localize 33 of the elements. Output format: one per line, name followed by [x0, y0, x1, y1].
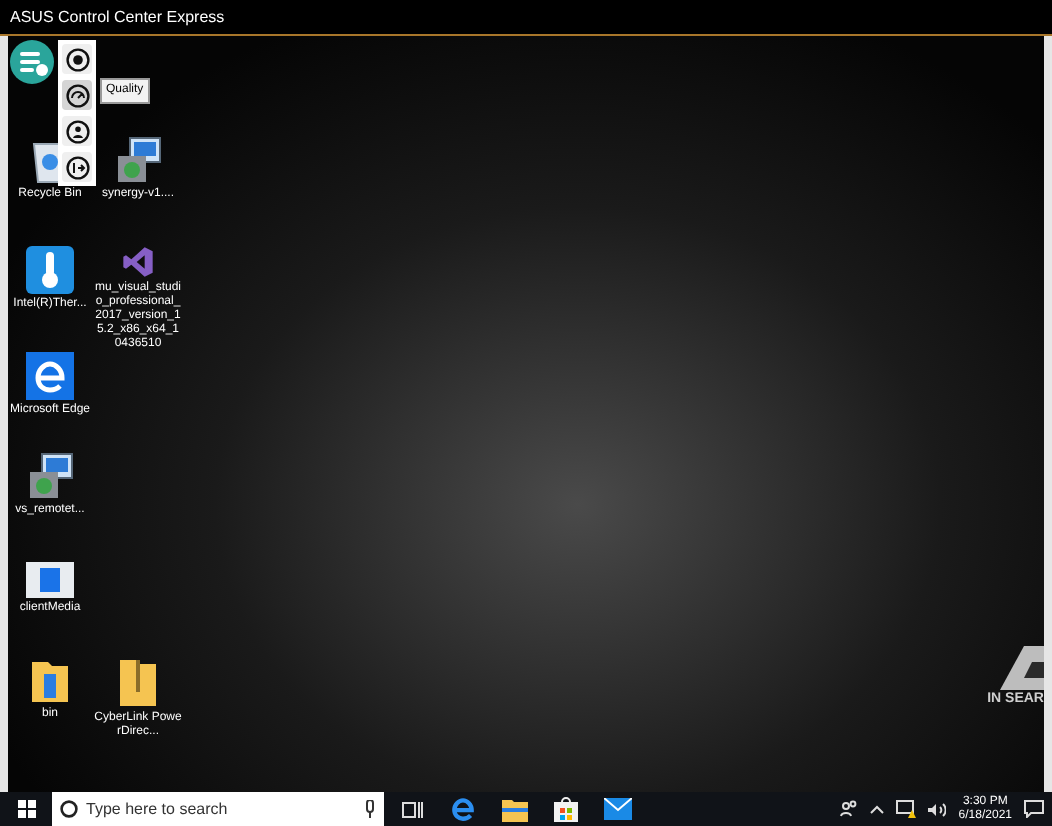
- search-icon: [60, 800, 78, 818]
- envelope-icon[interactable]: [604, 798, 632, 820]
- people-icon[interactable]: [840, 800, 859, 818]
- gear-icon: [65, 47, 89, 71]
- speaker-icon[interactable]: [928, 801, 947, 817]
- network-icon[interactable]: [896, 800, 917, 818]
- logo-drawing: [1000, 646, 1044, 690]
- folder-icon: [30, 656, 70, 704]
- menu-button[interactable]: [62, 152, 92, 182]
- edge-icon[interactable]: [450, 796, 476, 822]
- menu-button[interactable]: [62, 80, 92, 110]
- search-input[interactable]: Type here to search: [86, 797, 356, 821]
- control-center-icon[interactable]: [10, 40, 54, 84]
- media-window-icon: [26, 562, 74, 598]
- installer-icon: [26, 452, 74, 500]
- user-icon: [65, 119, 89, 143]
- folder-icon[interactable]: [502, 797, 528, 821]
- exit-icon: [65, 155, 89, 179]
- shopping-bag-icon[interactable]: [554, 796, 578, 822]
- edge-icon: [26, 352, 74, 400]
- window-title: ASUS Control Center Express: [10, 5, 225, 29]
- thermometer-app-icon: [26, 246, 74, 294]
- gauge-icon: [65, 83, 89, 107]
- microphone-icon: [364, 800, 376, 818]
- task-view-icon[interactable]: [402, 799, 424, 819]
- zip-folder-icon: [118, 656, 158, 708]
- menu-button[interactable]: [62, 116, 92, 146]
- menu-button[interactable]: [62, 44, 92, 74]
- search-field[interactable]: Type here to search: [52, 792, 384, 826]
- notification-icon[interactable]: [1024, 800, 1044, 818]
- windows-logo-icon: [17, 800, 35, 818]
- chevron-up-icon[interactable]: [870, 804, 885, 814]
- installer-icon: [114, 136, 162, 184]
